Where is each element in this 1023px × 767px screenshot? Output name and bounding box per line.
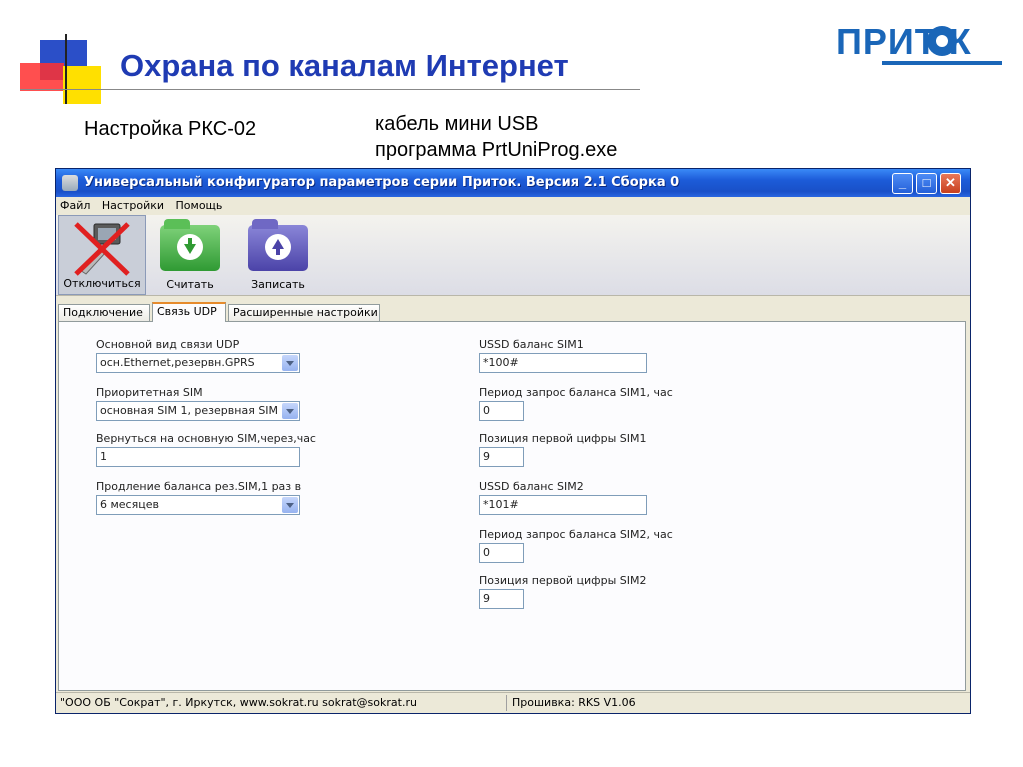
ussd2-input[interactable]: *101#: [479, 495, 647, 515]
setup-caption: Настройка РКС-02: [84, 118, 257, 140]
period1-input[interactable]: 0: [479, 401, 524, 421]
read-label: Считать: [166, 278, 214, 291]
menu-bar: Файл Настройки Помощь: [56, 197, 970, 215]
decor-vertical-line: [65, 34, 67, 104]
cable-program-caption: кабель мини USB программа PrtUniProg.exe: [375, 111, 617, 163]
slide-title: Охрана по каналам Интернет: [120, 48, 569, 83]
ussd2-label: USSD баланс SIM2: [479, 480, 584, 493]
menu-help[interactable]: Помощь: [172, 197, 227, 214]
sim-priority-label: Приоритетная SIM: [96, 386, 203, 399]
period2-label: Период запрос баланса SIM2, час: [479, 528, 673, 541]
minimize-icon: _: [898, 175, 907, 190]
logo-underline: [882, 61, 1002, 65]
window-titlebar[interactable]: Универсальный конфигуратор параметров се…: [56, 169, 970, 197]
read-folder-icon: [158, 217, 222, 277]
tab-udp[interactable]: Связь UDP: [152, 302, 226, 322]
decor-yellow-square: [63, 66, 101, 104]
close-icon: ✕: [945, 175, 956, 190]
return-sim-label: Вернуться на основную SIM,через,час: [96, 432, 316, 445]
menu-file[interactable]: Файл: [56, 197, 94, 214]
cable-caption: кабель мини USB: [375, 113, 539, 135]
udp-mode-value: осн.Ethernet,резервн.GPRS: [100, 356, 255, 369]
status-company: "ООО ОБ "Сократ", г. Иркутск, www.sokrat…: [60, 696, 417, 709]
configurator-window: Универсальный конфигуратор параметров се…: [55, 168, 971, 714]
period1-label: Период запрос баланса SIM1, час: [479, 386, 673, 399]
udp-mode-label: Основной вид связи UDP: [96, 338, 240, 351]
status-divider: [506, 695, 507, 711]
status-bar: "ООО ОБ "Сократ", г. Иркутск, www.sokrat…: [56, 692, 970, 713]
menu-settings[interactable]: Настройки: [98, 197, 168, 214]
tab-advanced[interactable]: Расширенные настройки: [228, 304, 380, 321]
period2-input[interactable]: 0: [479, 543, 524, 563]
chevron-down-icon[interactable]: [282, 355, 298, 371]
app-icon: [62, 175, 78, 191]
pritok-logo: ПРИТ К: [836, 22, 1006, 65]
decor-red-square: [20, 63, 64, 91]
disconnect-label: Отключиться: [63, 277, 141, 290]
udp-settings-panel: Основной вид связи UDP осн.Ethernet,резе…: [58, 321, 966, 691]
balance-extend-value: 6 месяцев: [100, 498, 159, 511]
ussd1-label: USSD баланс SIM1: [479, 338, 584, 351]
pos1-input[interactable]: 9: [479, 447, 524, 467]
write-label: Записать: [251, 278, 305, 291]
maximize-button[interactable]: □: [916, 173, 937, 194]
balance-extend-select[interactable]: 6 месяцев: [96, 495, 300, 515]
program-caption: программа PrtUniProg.exe: [375, 139, 618, 161]
minimize-button[interactable]: _: [892, 173, 913, 194]
pos2-label: Позиция первой цифры SIM2: [479, 574, 647, 587]
sim-priority-value: основная SIM 1, резервная SIM: [100, 404, 279, 417]
tab-connection[interactable]: Подключение: [58, 304, 150, 321]
chevron-down-icon[interactable]: [282, 403, 298, 419]
tab-strip: Подключение Связь UDP Расширенные настро…: [56, 302, 970, 322]
return-sim-input[interactable]: 1: [96, 447, 300, 467]
close-button[interactable]: ✕: [940, 173, 961, 194]
logo-o-circle-icon: [927, 26, 957, 56]
pos2-input[interactable]: 9: [479, 589, 524, 609]
pos1-label: Позиция первой цифры SIM1: [479, 432, 647, 445]
toolbar: Отключиться Считать Записать: [56, 215, 970, 296]
write-button[interactable]: Записать: [239, 215, 317, 295]
window-title: Универсальный конфигуратор параметров се…: [84, 175, 680, 190]
disconnect-button[interactable]: Отключиться: [58, 215, 146, 295]
sim-priority-select[interactable]: основная SIM 1, резервная SIM: [96, 401, 300, 421]
ussd1-input[interactable]: *100#: [479, 353, 647, 373]
status-firmware: Прошивка: RKS V1.06: [512, 696, 636, 709]
udp-mode-select[interactable]: осн.Ethernet,резервн.GPRS: [96, 353, 300, 373]
read-button[interactable]: Считать: [151, 215, 229, 295]
maximize-icon: □: [922, 175, 931, 190]
disconnect-icon: [70, 218, 134, 278]
write-folder-icon: [246, 217, 310, 277]
balance-extend-label: Продление баланса рез.SIM,1 раз в: [96, 480, 302, 493]
title-underline: [20, 89, 640, 90]
chevron-down-icon[interactable]: [282, 497, 298, 513]
